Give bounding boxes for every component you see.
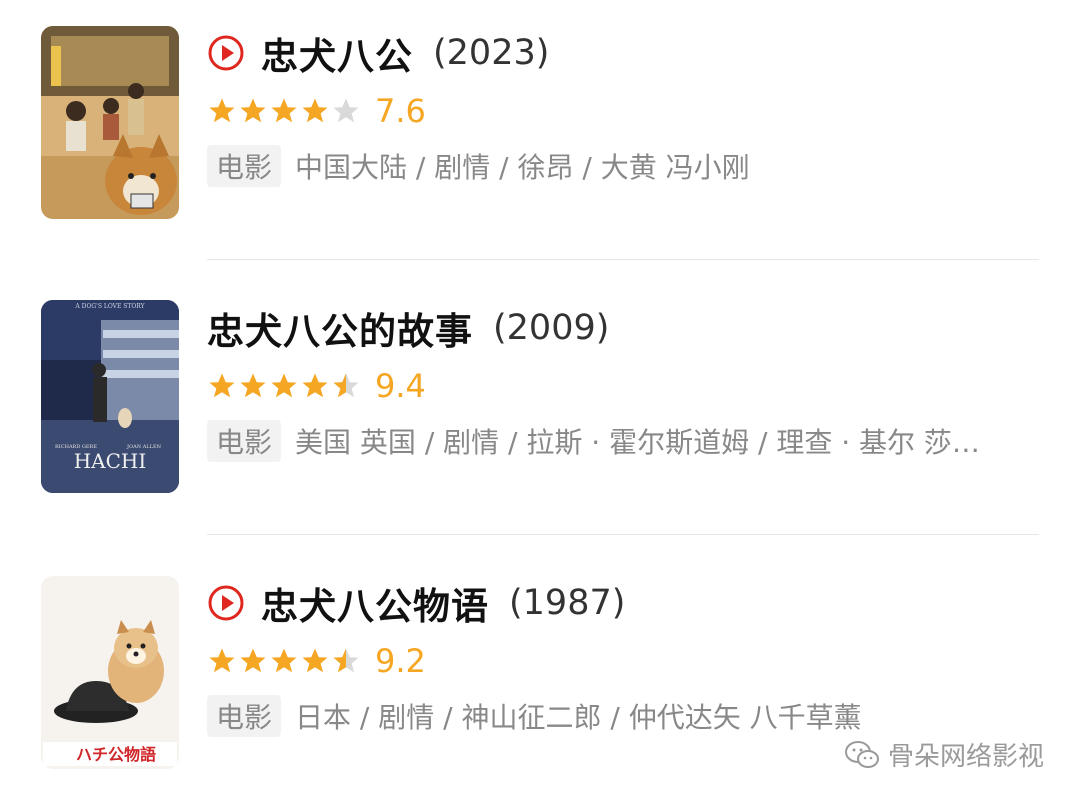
movie-poster-2[interactable]: A DOG'S LOVE STORY RICHARD GERE JOAN ALL…	[41, 300, 179, 493]
poster-image-3: ハチ公物語	[41, 576, 179, 769]
rating-score: 9.2	[375, 642, 426, 680]
watermark-text: 骨朵网络影视	[887, 742, 1044, 772]
divider	[207, 259, 1039, 260]
category-tag: 电影	[207, 695, 282, 737]
star-full-icon	[238, 646, 268, 676]
rating-score: 9.4	[375, 367, 426, 405]
movie-meta: 日本 / 剧情 / 神山征二郎 / 仲代达矢 八千草薰	[295, 701, 862, 734]
movie-poster-3[interactable]: ハチ公物語	[41, 576, 179, 769]
poster-title: HACHI	[74, 449, 147, 473]
poster-tagline: A DOG'S LOVE STORY	[74, 303, 145, 310]
movie-title[interactable]: 忠犬八公的故事	[207, 301, 473, 355]
play-icon[interactable]	[207, 584, 245, 622]
movie-meta: 美国 英国 / 剧情 / 拉斯 · 霍尔斯道姆 / 理查 · 基尔 莎…	[295, 426, 980, 459]
divider	[207, 534, 1039, 535]
star-full-icon	[269, 646, 299, 676]
star-full-icon	[300, 646, 330, 676]
star-full-icon	[300, 371, 330, 401]
watermark: 骨朵网络影视	[844, 736, 1044, 773]
movie-item-3[interactable]: ハチ公物語 忠犬八公物语 (1987) 9.2 电影 日本 / 剧情 / 神山征…	[0, 0, 1080, 769]
poster-title: ハチ公物語	[76, 745, 156, 764]
category-tag: 电影	[207, 420, 282, 462]
star-half-icon	[331, 371, 361, 401]
star-full-icon	[207, 371, 237, 401]
poster-image-2: A DOG'S LOVE STORY RICHARD GERE JOAN ALL…	[41, 300, 179, 493]
star-half-icon	[331, 646, 361, 676]
wechat-icon	[844, 740, 879, 768]
movie-year: (2009)	[493, 308, 610, 348]
star-rating	[207, 371, 361, 401]
star-rating	[207, 646, 361, 676]
star-full-icon	[238, 371, 268, 401]
star-full-icon	[269, 371, 299, 401]
movie-year: (1987)	[509, 583, 626, 623]
movie-title[interactable]: 忠犬八公物语	[261, 576, 489, 630]
star-full-icon	[207, 646, 237, 676]
